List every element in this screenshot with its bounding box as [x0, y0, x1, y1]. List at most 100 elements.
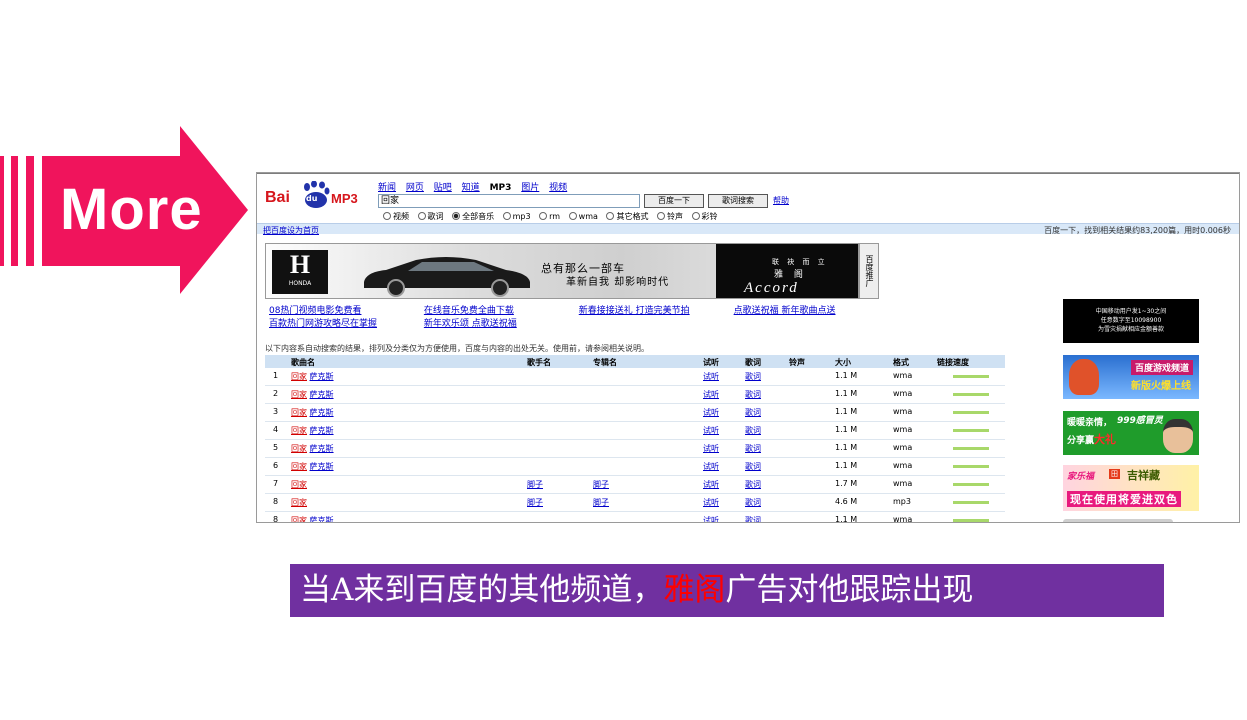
mobile-charity-ad[interactable]: 中国移动用户发1~30之间 任意数字至10098900 为雪灾捐献相应金额善款	[1063, 299, 1199, 343]
ad-text: 为雪灾捐献相应金额善款	[1097, 326, 1164, 333]
nav-news[interactable]: 新闻	[378, 183, 396, 193]
lyrics-link[interactable]: 歌词	[745, 461, 761, 472]
promo-link[interactable]: 新春接接送礼 打造完美节拍	[579, 303, 731, 316]
radio-ringtone[interactable]: 铃声	[657, 212, 683, 221]
try-listen-link[interactable]: 试听	[703, 515, 719, 522]
search-input[interactable]: 回家	[378, 194, 640, 208]
lyrics-link[interactable]: 歌词	[745, 371, 761, 382]
radio-all-music[interactable]: 全部音乐	[452, 212, 494, 221]
shopping-ad[interactable]: 家乐福 田 吉祥藏 现在使用将爱进双色	[1063, 465, 1199, 511]
radio-lyrics[interactable]: 歌词	[417, 212, 444, 221]
table-body: 1 回家 萨克斯 试听 歌词 1.1 Mwma 2 回家 萨克斯 试听 歌词 1.1 Mwma 3 回…	[265, 368, 1005, 522]
nav-images[interactable]: 图片	[521, 183, 539, 193]
try-listen-link[interactable]: 试听	[703, 443, 719, 454]
song-cell: 回家 萨克斯	[291, 461, 334, 472]
song-artist-link[interactable]: 萨克斯	[310, 516, 334, 522]
file-format: wma	[893, 425, 913, 434]
set-homepage-link[interactable]: 把百度设为首页	[263, 225, 319, 236]
song-title-link[interactable]: 回家	[291, 408, 307, 417]
song-cell: 回家 萨克斯	[291, 389, 334, 400]
table-row: 1 回家 萨克斯 试听 歌词 1.1 M wma	[265, 368, 1005, 386]
radio-mp3[interactable]: mp3	[502, 212, 531, 221]
song-title-link[interactable]: 回家	[291, 444, 307, 453]
song-title-link[interactable]: 回家	[291, 516, 307, 522]
table-row: 8 回家 萨克斯 试听 歌词 1.1 M wma	[265, 512, 1005, 522]
ad-line-2-text: 分享赢	[1067, 436, 1095, 446]
song-artist-link[interactable]: 萨克斯	[310, 444, 334, 453]
speed-bar	[953, 375, 989, 378]
song-artist-link[interactable]: 萨克斯	[310, 408, 334, 417]
caption-text-before: 当A来到百度的其他频道，	[300, 572, 664, 608]
promo-link[interactable]: 新年欢乐颂 点歌送祝福	[424, 316, 517, 329]
promo-link[interactable]: 点歌送祝福 新年歌曲点送	[734, 303, 836, 316]
file-format: mp3	[893, 497, 911, 506]
radio-color-ring[interactable]: 彩铃	[691, 212, 718, 221]
speed-bar	[953, 465, 989, 468]
logo-bai: Bai	[265, 189, 290, 206]
nav-video[interactable]: 视频	[549, 183, 567, 193]
try-listen-link[interactable]: 试听	[703, 497, 719, 508]
cold-medicine-ad[interactable]: 暖暖亲情， 分享赢大礼 999感冒灵	[1063, 411, 1199, 455]
song-artist-link[interactable]: 萨克斯	[310, 426, 334, 435]
header-lyric: 歌词	[745, 358, 761, 367]
radio-dot	[417, 212, 426, 220]
song-title-link[interactable]: 回家	[291, 426, 307, 435]
lyrics-link[interactable]: 歌词	[745, 443, 761, 454]
help-link[interactable]: 帮助	[773, 195, 789, 206]
accord-banner-ad[interactable]: H HONDA 总有那么一部车 革新自我 却影响时代 联 袂 而 立 雅 阁 A…	[265, 243, 859, 299]
lyrics-link[interactable]: 歌词	[745, 479, 761, 490]
try-listen-link[interactable]: 试听	[703, 407, 719, 418]
caption-highlight: 雅阁	[663, 572, 726, 608]
promo-link[interactable]: 08热门视频电影免费看	[269, 303, 421, 316]
promo-link[interactable]: 在线音乐免费全曲下载	[424, 303, 576, 316]
lyrics-link[interactable]: 歌词	[745, 497, 761, 508]
try-listen-link[interactable]: 试听	[703, 479, 719, 490]
song-title-link[interactable]: 回家	[291, 480, 307, 489]
try-listen-link[interactable]: 试听	[703, 371, 719, 382]
album-link[interactable]: 脚子	[593, 497, 609, 508]
radio-label: 彩铃	[701, 212, 718, 221]
lyrics-link[interactable]: 歌词	[745, 425, 761, 436]
singer-link[interactable]: 脚子	[527, 497, 543, 508]
car-image	[364, 257, 530, 297]
game-channel-ad[interactable]: 百度游戏频道 新版火爆上线	[1063, 355, 1199, 399]
radio-label: wma	[578, 212, 598, 221]
song-title-link[interactable]: 回家	[291, 372, 307, 381]
song-title-link[interactable]: 回家	[291, 498, 307, 507]
disclaimer-notice: 以下内容系自动搜索的结果，排列及分类仅为方便使用，百度与内容的出处无关。使用前，…	[265, 344, 649, 353]
radio-label: 其它格式	[616, 212, 649, 221]
nav-web[interactable]: 网页	[406, 183, 424, 193]
radio-other-format[interactable]: 其它格式	[606, 212, 648, 221]
song-title-link[interactable]: 回家	[291, 462, 307, 471]
try-listen-link[interactable]: 试听	[703, 461, 719, 472]
header-format: 格式	[893, 358, 909, 367]
promo-link[interactable]: 百款热门网游攻略尽在掌握	[269, 316, 421, 329]
row-number: 4	[273, 425, 279, 434]
radio-wma[interactable]: wma	[568, 212, 598, 221]
search-button[interactable]: 百度一下	[644, 194, 704, 208]
lyrics-link[interactable]: 歌词	[745, 389, 761, 400]
song-title-link[interactable]: 回家	[291, 390, 307, 399]
caption-bar: 当A来到百度的其他频道，雅阁广告对他跟踪出现	[290, 564, 1164, 617]
baidu-mp3-logo[interactable]: Bai du MP3	[265, 181, 375, 211]
nav-mp3[interactable]: MP3	[490, 183, 512, 193]
radio-video[interactable]: 视频	[383, 212, 409, 221]
promo-links: 08热门视频电影免费看 在线音乐免费全曲下载 新春接接送礼 打造完美节拍 点歌送…	[269, 303, 836, 329]
honda-logo: H HONDA	[272, 250, 328, 294]
speed-bar	[953, 501, 989, 504]
try-listen-link[interactable]: 试听	[703, 389, 719, 400]
album-link[interactable]: 脚子	[593, 479, 609, 490]
lyrics-link[interactable]: 歌词	[745, 515, 761, 522]
song-artist-link[interactable]: 萨克斯	[310, 462, 334, 471]
nav-zhidao[interactable]: 知道	[462, 183, 480, 193]
song-artist-link[interactable]: 萨克斯	[310, 390, 334, 399]
nav-tieba[interactable]: 贴吧	[434, 183, 452, 193]
banner-dark-panel: 联 袂 而 立 雅 阁 Accord	[716, 244, 858, 298]
accord-wordmark: Accord	[744, 280, 799, 296]
try-listen-link[interactable]: 试听	[703, 425, 719, 436]
lyrics-search-button[interactable]: 歌词搜索	[708, 194, 768, 208]
radio-rm[interactable]: rm	[539, 212, 560, 221]
song-artist-link[interactable]: 萨克斯	[310, 372, 334, 381]
singer-link[interactable]: 脚子	[527, 479, 543, 490]
lyrics-link[interactable]: 歌词	[745, 407, 761, 418]
